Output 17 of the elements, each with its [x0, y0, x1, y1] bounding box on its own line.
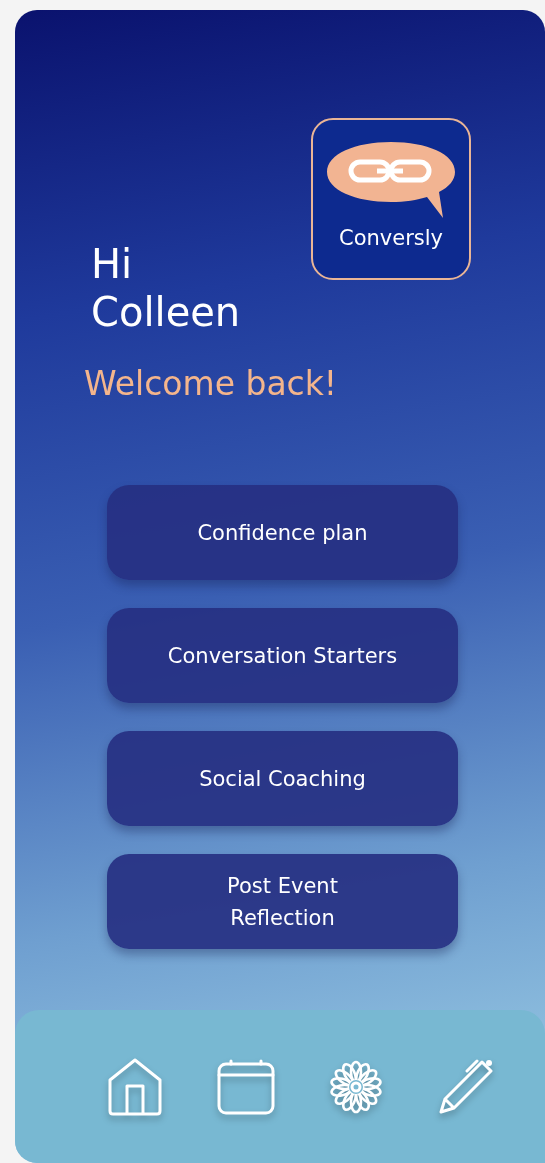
flower-icon: [329, 1059, 383, 1114]
pen-icon: [437, 1057, 495, 1116]
nav-button[interactable]: [329, 1059, 383, 1114]
greeting-text: Colleen: [91, 288, 241, 336]
home-icon: [107, 1057, 163, 1116]
chat-link-icon: [325, 140, 457, 220]
nav-button[interactable]: [437, 1057, 495, 1116]
logo-name: Conversly: [339, 226, 443, 250]
nav-button[interactable]: [107, 1057, 163, 1116]
nav-button[interactable]: [217, 1058, 275, 1115]
calendar-icon: [217, 1058, 275, 1115]
menu-button[interactable]: Post Event Reflection: [107, 854, 458, 949]
menu-button[interactable]: Confidence plan: [107, 485, 458, 580]
menu-button[interactable]: Social Coaching: [107, 731, 458, 826]
greeting-text: Hi: [91, 240, 134, 288]
menu-button[interactable]: Conversation Starters: [107, 608, 458, 703]
welcome-text: Welcome back!: [84, 364, 339, 403]
